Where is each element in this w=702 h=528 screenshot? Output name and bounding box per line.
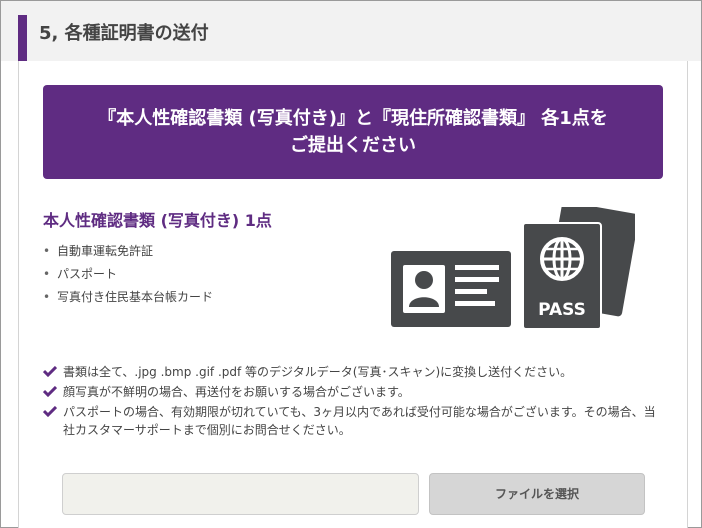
bullet-icon: • [43,244,51,258]
list-item: • 自動車運転免許証 [43,243,213,266]
note-text: パスポートの場合、有効期限が切れていても、3ヶ月以内であれば受付可能な場合がござ… [63,405,656,437]
notes-list: 書類は全て、.jpg .bmp .gif .pdf 等のデジタルデータ(写真･ス… [43,363,663,439]
section-accent-bar [18,15,27,61]
banner-line-2: ご提出ください [290,135,416,156]
content-panel: 『本人性確認書類 (写真付き)』と『現住所確認書類』 各1点を ご提出ください … [18,61,688,528]
identity-heading: 本人性確認書類 (写真付き) 1点 [43,211,272,230]
passport-icon-label: PASS [538,300,586,320]
file-name-field[interactable] [62,473,419,515]
section-header: 5, 各種証明書の送付 [1,1,701,61]
bullet-icon: • [43,290,51,304]
checkmark-icon [43,386,57,397]
note-item: 書類は全て、.jpg .bmp .gif .pdf 等のデジタルデータ(写真･ス… [43,363,663,381]
list-item: • パスポート [43,266,213,289]
checkmark-icon [43,366,57,377]
list-item-label: 写真付き住民基本台帳カード [57,290,214,304]
instruction-banner: 『本人性確認書類 (写真付き)』と『現住所確認書類』 各1点を ご提出ください [43,85,663,179]
page-frame: 5, 各種証明書の送付 『本人性確認書類 (写真付き)』と『現住所確認書類』 各… [0,0,702,528]
note-text: 書類は全て、.jpg .bmp .gif .pdf 等のデジタルデータ(写真･ス… [63,365,573,379]
section-title: 5, 各種証明書の送付 [39,23,209,44]
passport-icon: PASS [523,207,635,330]
list-item-label: パスポート [57,267,118,281]
list-item: • 写真付き住民基本台帳カード [43,289,213,312]
note-item: 顔写真が不鮮明の場合、再送付をお願いする場合がございます。 [43,383,663,401]
bullet-icon: • [43,267,51,281]
checkmark-icon [43,406,57,417]
note-item: パスポートの場合、有効期限が切れていても、3ヶ月以内であれば受付可能な場合がござ… [43,403,663,439]
id-card-icon [391,251,511,327]
banner-line-1: 『本人性確認書類 (写真付き)』と『現住所確認書類』 各1点を [98,108,608,129]
identity-list: • 自動車運転免許証 • パスポート • 写真付き住民基本台帳カード [43,243,213,312]
list-item-label: 自動車運転免許証 [57,244,154,258]
choose-file-button[interactable]: ファイルを選択 [429,473,645,515]
note-text: 顔写真が不鮮明の場合、再送付をお願いする場合がございます。 [63,385,410,399]
